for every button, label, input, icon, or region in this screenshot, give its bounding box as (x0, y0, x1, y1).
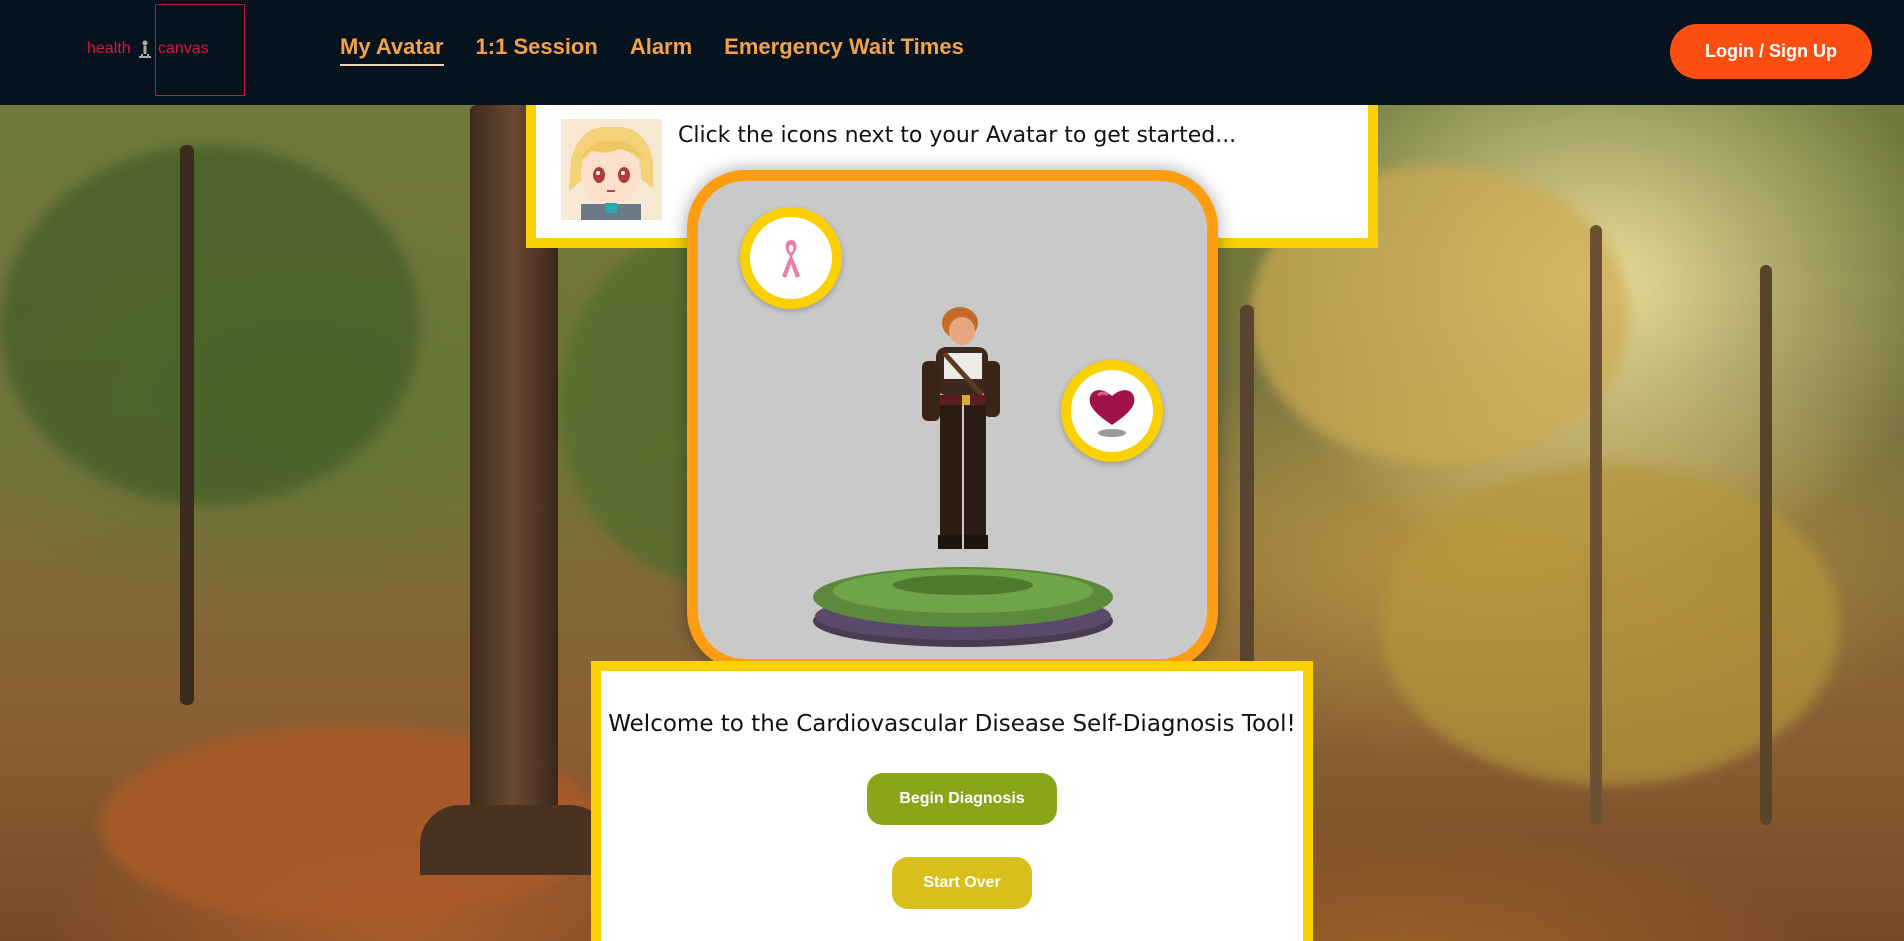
nav-emergency-wait-times[interactable]: Emergency Wait Times (724, 34, 964, 66)
nav-my-avatar[interactable]: My Avatar (340, 34, 444, 66)
welcome-title: Welcome to the Cardiovascular Disease Se… (608, 711, 1296, 737)
welcome-panel: Welcome to the Cardiovascular Disease Se… (591, 661, 1313, 941)
speech-text: Click the icons next to your Avatar to g… (678, 123, 1237, 148)
anime-guide-icon (561, 119, 662, 220)
avatar-character-image[interactable] (898, 301, 1018, 601)
person-figure-icon (139, 40, 151, 58)
logo-text-canvas: canvas (158, 40, 209, 57)
awareness-ribbon-icon (782, 240, 800, 278)
begin-diagnosis-button[interactable]: Begin Diagnosis (867, 773, 1057, 825)
heart-icon (1089, 390, 1135, 437)
top-navbar: health canvas My Avatar 1:1 Session Alar… (0, 0, 1904, 105)
nav-one-on-one-session[interactable]: 1:1 Session (476, 34, 598, 66)
health-canvas-logo[interactable]: health canvas (87, 4, 249, 98)
logo-text-health: health (87, 40, 131, 57)
guide-portrait (561, 119, 662, 220)
awareness-ribbon-button[interactable] (740, 207, 842, 309)
heart-button[interactable] (1061, 360, 1163, 462)
start-over-button[interactable]: Start Over (892, 857, 1032, 909)
login-signup-button[interactable]: Login / Sign Up (1670, 24, 1872, 79)
nav-alarm[interactable]: Alarm (630, 34, 692, 66)
main-menu: My Avatar 1:1 Session Alarm Emergency Wa… (340, 34, 964, 66)
